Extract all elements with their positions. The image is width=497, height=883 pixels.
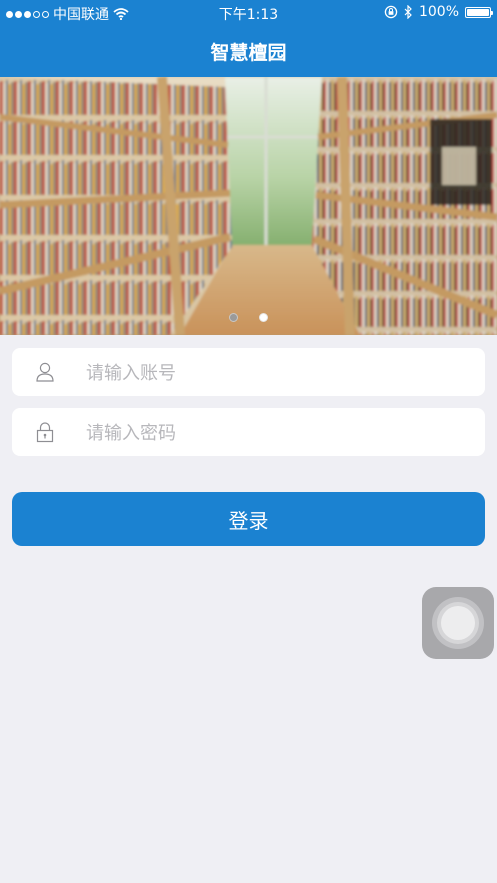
battery-icon bbox=[465, 6, 493, 18]
nav-bar: 智慧檀园 bbox=[0, 25, 497, 77]
carousel-pager bbox=[0, 313, 497, 322]
account-field[interactable] bbox=[12, 348, 485, 398]
login-button[interactable]: 登录 bbox=[12, 492, 485, 546]
bluetooth-icon bbox=[404, 5, 412, 19]
banner-carousel[interactable] bbox=[0, 77, 497, 335]
page-title: 智慧檀园 bbox=[210, 41, 287, 64]
pager-dot-active[interactable] bbox=[259, 313, 268, 322]
lock-icon bbox=[36, 422, 54, 443]
user-icon bbox=[36, 362, 54, 382]
battery-percent: 100% bbox=[418, 4, 459, 20]
status-right: 100% bbox=[384, 4, 493, 20]
assistive-touch-icon bbox=[441, 606, 475, 640]
password-field[interactable] bbox=[12, 408, 485, 458]
password-input[interactable] bbox=[84, 408, 478, 458]
library-bookshelf-image bbox=[0, 77, 497, 335]
assistive-touch-button[interactable] bbox=[422, 587, 494, 659]
pager-dot[interactable] bbox=[229, 313, 238, 322]
status-bar: 中国联通 下午1:13 100% bbox=[0, 0, 497, 25]
account-input[interactable] bbox=[84, 348, 478, 398]
rotation-lock-icon bbox=[384, 5, 398, 19]
battery-level bbox=[467, 8, 489, 16]
